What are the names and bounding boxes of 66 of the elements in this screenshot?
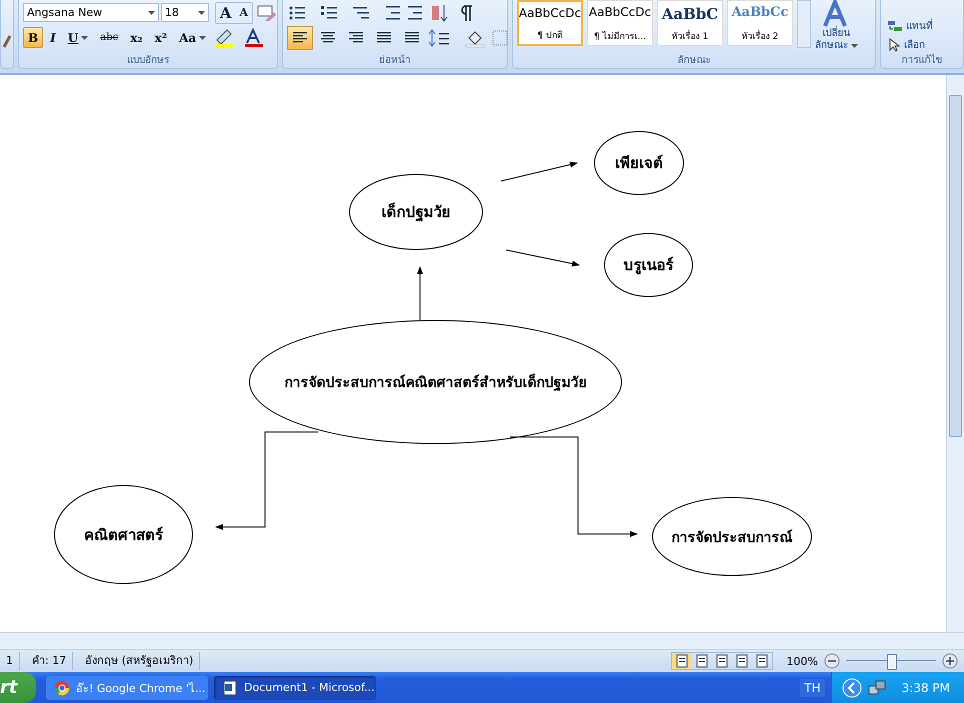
caret-icon: [81, 36, 88, 40]
format-button[interactable]: abc: [95, 27, 124, 48]
document-icon: [222, 680, 238, 696]
network-icon[interactable]: [868, 678, 886, 696]
word-count: คำ: 17: [26, 652, 74, 670]
editing-button[interactable]: แทนที่: [887, 18, 963, 33]
group-label: ลักษณะ: [676, 54, 712, 68]
change-styles-button[interactable]: เปลี่ยน ลักษณะ: [815, 0, 858, 52]
diagram-node: การจัดประสบการณ์: [652, 497, 812, 576]
style-name: ¶ ไม่มีการเ...: [594, 30, 646, 43]
page-number: 1: [0, 652, 20, 670]
expand-tray-icon[interactable]: [842, 678, 862, 698]
taskbar-button[interactable]: อ๊ะ! Google Chrome 'ไ...: [46, 676, 208, 700]
input-language[interactable]: TH: [800, 678, 825, 696]
vertical-scrollbar[interactable]: [946, 75, 964, 632]
format-button[interactable]: U: [62, 27, 94, 48]
horizontal-scrollbar[interactable]: [0, 632, 964, 650]
style-sample: AaBbCc: [732, 5, 788, 20]
diagram-node: คณิตศาสตร์: [54, 485, 193, 584]
style-item[interactable]: AaBbCcDc ¶ ไม่มีการเ...: [587, 0, 653, 46]
brush-icon[interactable]: [2, 34, 12, 48]
clock: 3:38 PM: [902, 680, 950, 694]
style-item[interactable]: AaBbCc หัวเรื่อง 2: [727, 0, 793, 46]
caret-icon: [851, 44, 858, 48]
zoom-level: 100%: [786, 654, 818, 668]
diagram-node: บรูเนอร์: [604, 233, 693, 297]
format-button[interactable]: x₂: [125, 27, 148, 48]
align-button[interactable]: [287, 26, 313, 50]
font-name-field[interactable]: Angsana New: [23, 3, 159, 22]
diagram-node: การจัดประสบการณ์คณิตศาสตร์สำหรับเด็กปฐมวัย: [249, 320, 622, 444]
style-sample: AaBbC: [662, 5, 718, 23]
cursor-icon: [887, 38, 901, 52]
language-status: อังกฤษ (สหรัฐอเมริกา): [79, 652, 200, 670]
group-label: แบบอักษร: [126, 54, 170, 68]
grow-font-button[interactable]: A: [216, 2, 236, 22]
diagram-node: เด็กปฐมวัย: [349, 174, 483, 250]
group-label: ย่อหน้า: [378, 54, 412, 68]
style-name: ¶ ปกติ: [537, 30, 563, 42]
style-item[interactable]: AaBbCcDc ¶ ปกติ: [517, 0, 583, 46]
style-item[interactable]: AaBbC หัวเรื่อง 1: [657, 0, 723, 46]
format-button[interactable]: x²: [150, 27, 172, 48]
font-size-field[interactable]: 18: [160, 3, 209, 22]
taskbar-button[interactable]: Document1 - Microsof...: [214, 676, 376, 700]
group-label: การแก้ไข: [900, 54, 944, 68]
format-button[interactable]: I: [45, 27, 61, 48]
zoom-thumb[interactable]: [887, 654, 897, 670]
scroll-thumb[interactable]: [949, 95, 962, 437]
caret-icon: [198, 10, 205, 14]
arrow: [417, 266, 423, 320]
replace-icon: [887, 18, 903, 32]
style-sample: AaBbCcDc: [519, 6, 581, 20]
caret-icon: [148, 10, 155, 14]
style-sample: AaBbCcDc: [588, 5, 652, 19]
diagram-node: เพียเจต์: [594, 131, 684, 195]
clear-format-icon[interactable]: [255, 2, 277, 22]
caret-icon: [199, 36, 206, 40]
format-button[interactable]: Aa: [174, 27, 212, 48]
editing-button[interactable]: เลือก: [887, 37, 963, 52]
zoom-out-icon[interactable]: [824, 653, 840, 669]
shrink-font-button[interactable]: A: [235, 2, 252, 22]
browser-icon: [54, 680, 70, 696]
style-name: หัวเรื่อง 1: [672, 29, 708, 43]
format-button[interactable]: B: [23, 27, 44, 48]
style-name: หัวเรื่อง 2: [742, 29, 778, 43]
zoom-in-icon[interactable]: [942, 653, 958, 669]
view-button[interactable]: [672, 653, 692, 669]
